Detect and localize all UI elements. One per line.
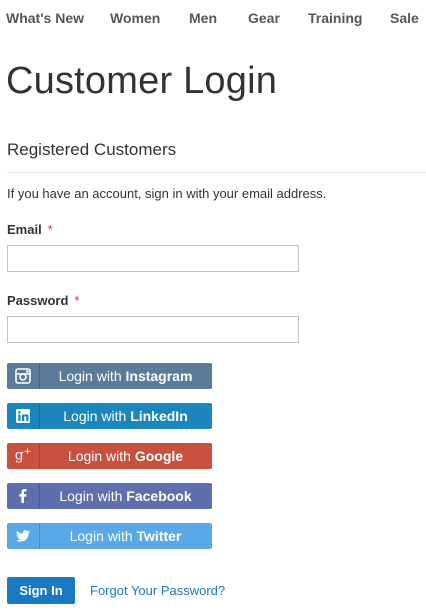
nav-item-women[interactable]: Women [110,10,160,26]
nav-item-gear[interactable]: Gear [248,10,280,26]
email-label-row: Email * [7,222,53,237]
intro-text: If you have an account, sign in with you… [7,186,327,201]
login-instagram-label: Login with Instagram [58,368,193,384]
login-instagram-button[interactable]: Login with Instagram [7,363,212,389]
email-field[interactable] [7,245,299,272]
page-title: Customer Login [6,60,278,102]
email-label: Email [7,222,42,237]
instagram-icon [7,363,40,389]
nav-item-sale[interactable]: Sale [390,10,419,26]
nav-item-whats-new[interactable]: What's New [6,10,84,26]
login-linkedin-button[interactable]: Login with LinkedIn [7,403,212,429]
twitter-icon [7,523,40,549]
login-linkedin-label: Login with LinkedIn [63,408,188,424]
sign-in-button[interactable]: Sign In [7,577,75,604]
login-google-button[interactable]: g+ Login with Google [7,443,212,469]
facebook-icon [7,483,40,509]
required-mark: * [47,222,53,237]
nav-item-training[interactable]: Training [308,10,362,26]
login-twitter-button[interactable]: Login with Twitter [7,523,212,549]
forgot-password-link[interactable]: Forgot Your Password? [90,583,225,598]
login-facebook-button[interactable]: Login with Facebook [7,483,212,509]
password-field[interactable] [7,316,299,343]
required-mark: * [74,293,80,308]
password-label-row: Password * [7,293,79,308]
linkedin-icon [7,403,40,429]
login-twitter-label: Login with Twitter [69,528,182,544]
login-google-label: Login with Google [67,448,184,464]
password-label: Password [7,293,69,308]
google-plus-icon: g+ [7,443,40,469]
section-title: Registered Customers [7,140,177,159]
login-facebook-label: Login with Facebook [59,488,192,504]
nav-item-men[interactable]: Men [189,10,217,26]
top-navigation: What's New Women Men Gear Training Sale [0,0,426,36]
section-divider [7,172,426,173]
